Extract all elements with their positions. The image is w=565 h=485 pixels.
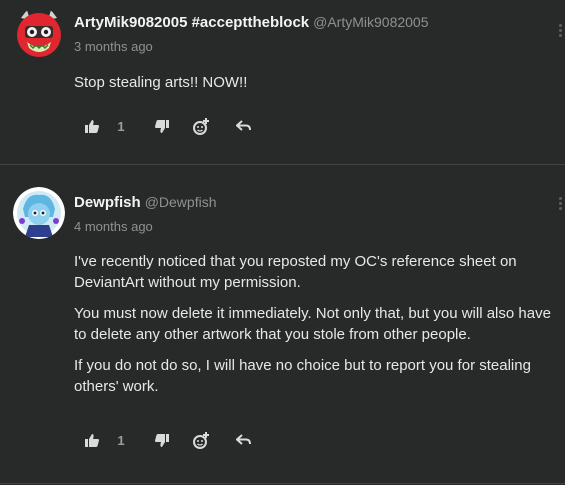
comment-header: ArtyMik9082005 #accepttheblock @ArtyMik90… — [74, 14, 429, 54]
like-count: 1 — [117, 432, 125, 448]
comment-header: Dewpfish @Dewpfish 4 months ago — [74, 194, 216, 234]
more-vertical-icon[interactable] — [555, 22, 565, 40]
reply-button[interactable] — [234, 116, 252, 136]
dislike-button[interactable] — [154, 430, 170, 450]
thumbs-up-icon — [85, 433, 99, 447]
thumbs-down-icon — [155, 433, 169, 447]
dislike-button[interactable] — [154, 116, 170, 136]
avatar-image — [13, 8, 65, 60]
add-reaction-button[interactable] — [191, 430, 211, 450]
avatar[interactable] — [13, 8, 65, 60]
timestamp[interactable]: 3 months ago — [74, 39, 429, 54]
reply-icon — [235, 434, 251, 445]
avatar-image — [13, 187, 65, 239]
display-name[interactable]: Dewpfish — [74, 194, 141, 211]
comment-body: Stop stealing arts!! NOW!! — [74, 72, 554, 103]
thumbs-up-icon — [85, 119, 99, 133]
like-button[interactable] — [84, 116, 100, 136]
comment-paragraph: If you do not do so, I will have no choi… — [74, 357, 531, 395]
display-name[interactable]: ArtyMik9082005 #accepttheblock — [74, 14, 309, 31]
divider — [0, 483, 565, 484]
reply-icon — [235, 120, 251, 131]
reply-button[interactable] — [234, 430, 252, 450]
user-handle[interactable]: @Dewpfish — [145, 194, 217, 210]
name-line: Dewpfish @Dewpfish — [74, 194, 216, 211]
like-count: 1 — [117, 118, 125, 134]
add-reaction-button[interactable] — [191, 116, 211, 136]
thumbs-down-icon — [155, 119, 169, 133]
comment-paragraph: Stop stealing arts!! NOW!! — [74, 74, 248, 91]
like-button[interactable] — [84, 430, 100, 450]
add-reaction-icon — [193, 431, 209, 449]
comment-paragraph: I've recently noticed that you reposted … — [74, 253, 517, 291]
name-line: ArtyMik9082005 #accepttheblock @ArtyMik90… — [74, 14, 429, 31]
user-handle[interactable]: @ArtyMik9082005 — [313, 14, 428, 30]
comment-paragraph: You must now delete it immediately. Not … — [74, 305, 551, 343]
comment-item: Dewpfish @Dewpfish 4 months ago I've rece… — [0, 165, 565, 483]
comment-item: ArtyMik9082005 #accepttheblock @ArtyMik90… — [0, 0, 565, 164]
timestamp[interactable]: 4 months ago — [74, 219, 216, 234]
comment-body: I've recently noticed that you reposted … — [74, 251, 554, 407]
add-reaction-icon — [193, 117, 209, 135]
avatar[interactable] — [13, 187, 65, 239]
more-vertical-icon[interactable] — [555, 195, 565, 213]
